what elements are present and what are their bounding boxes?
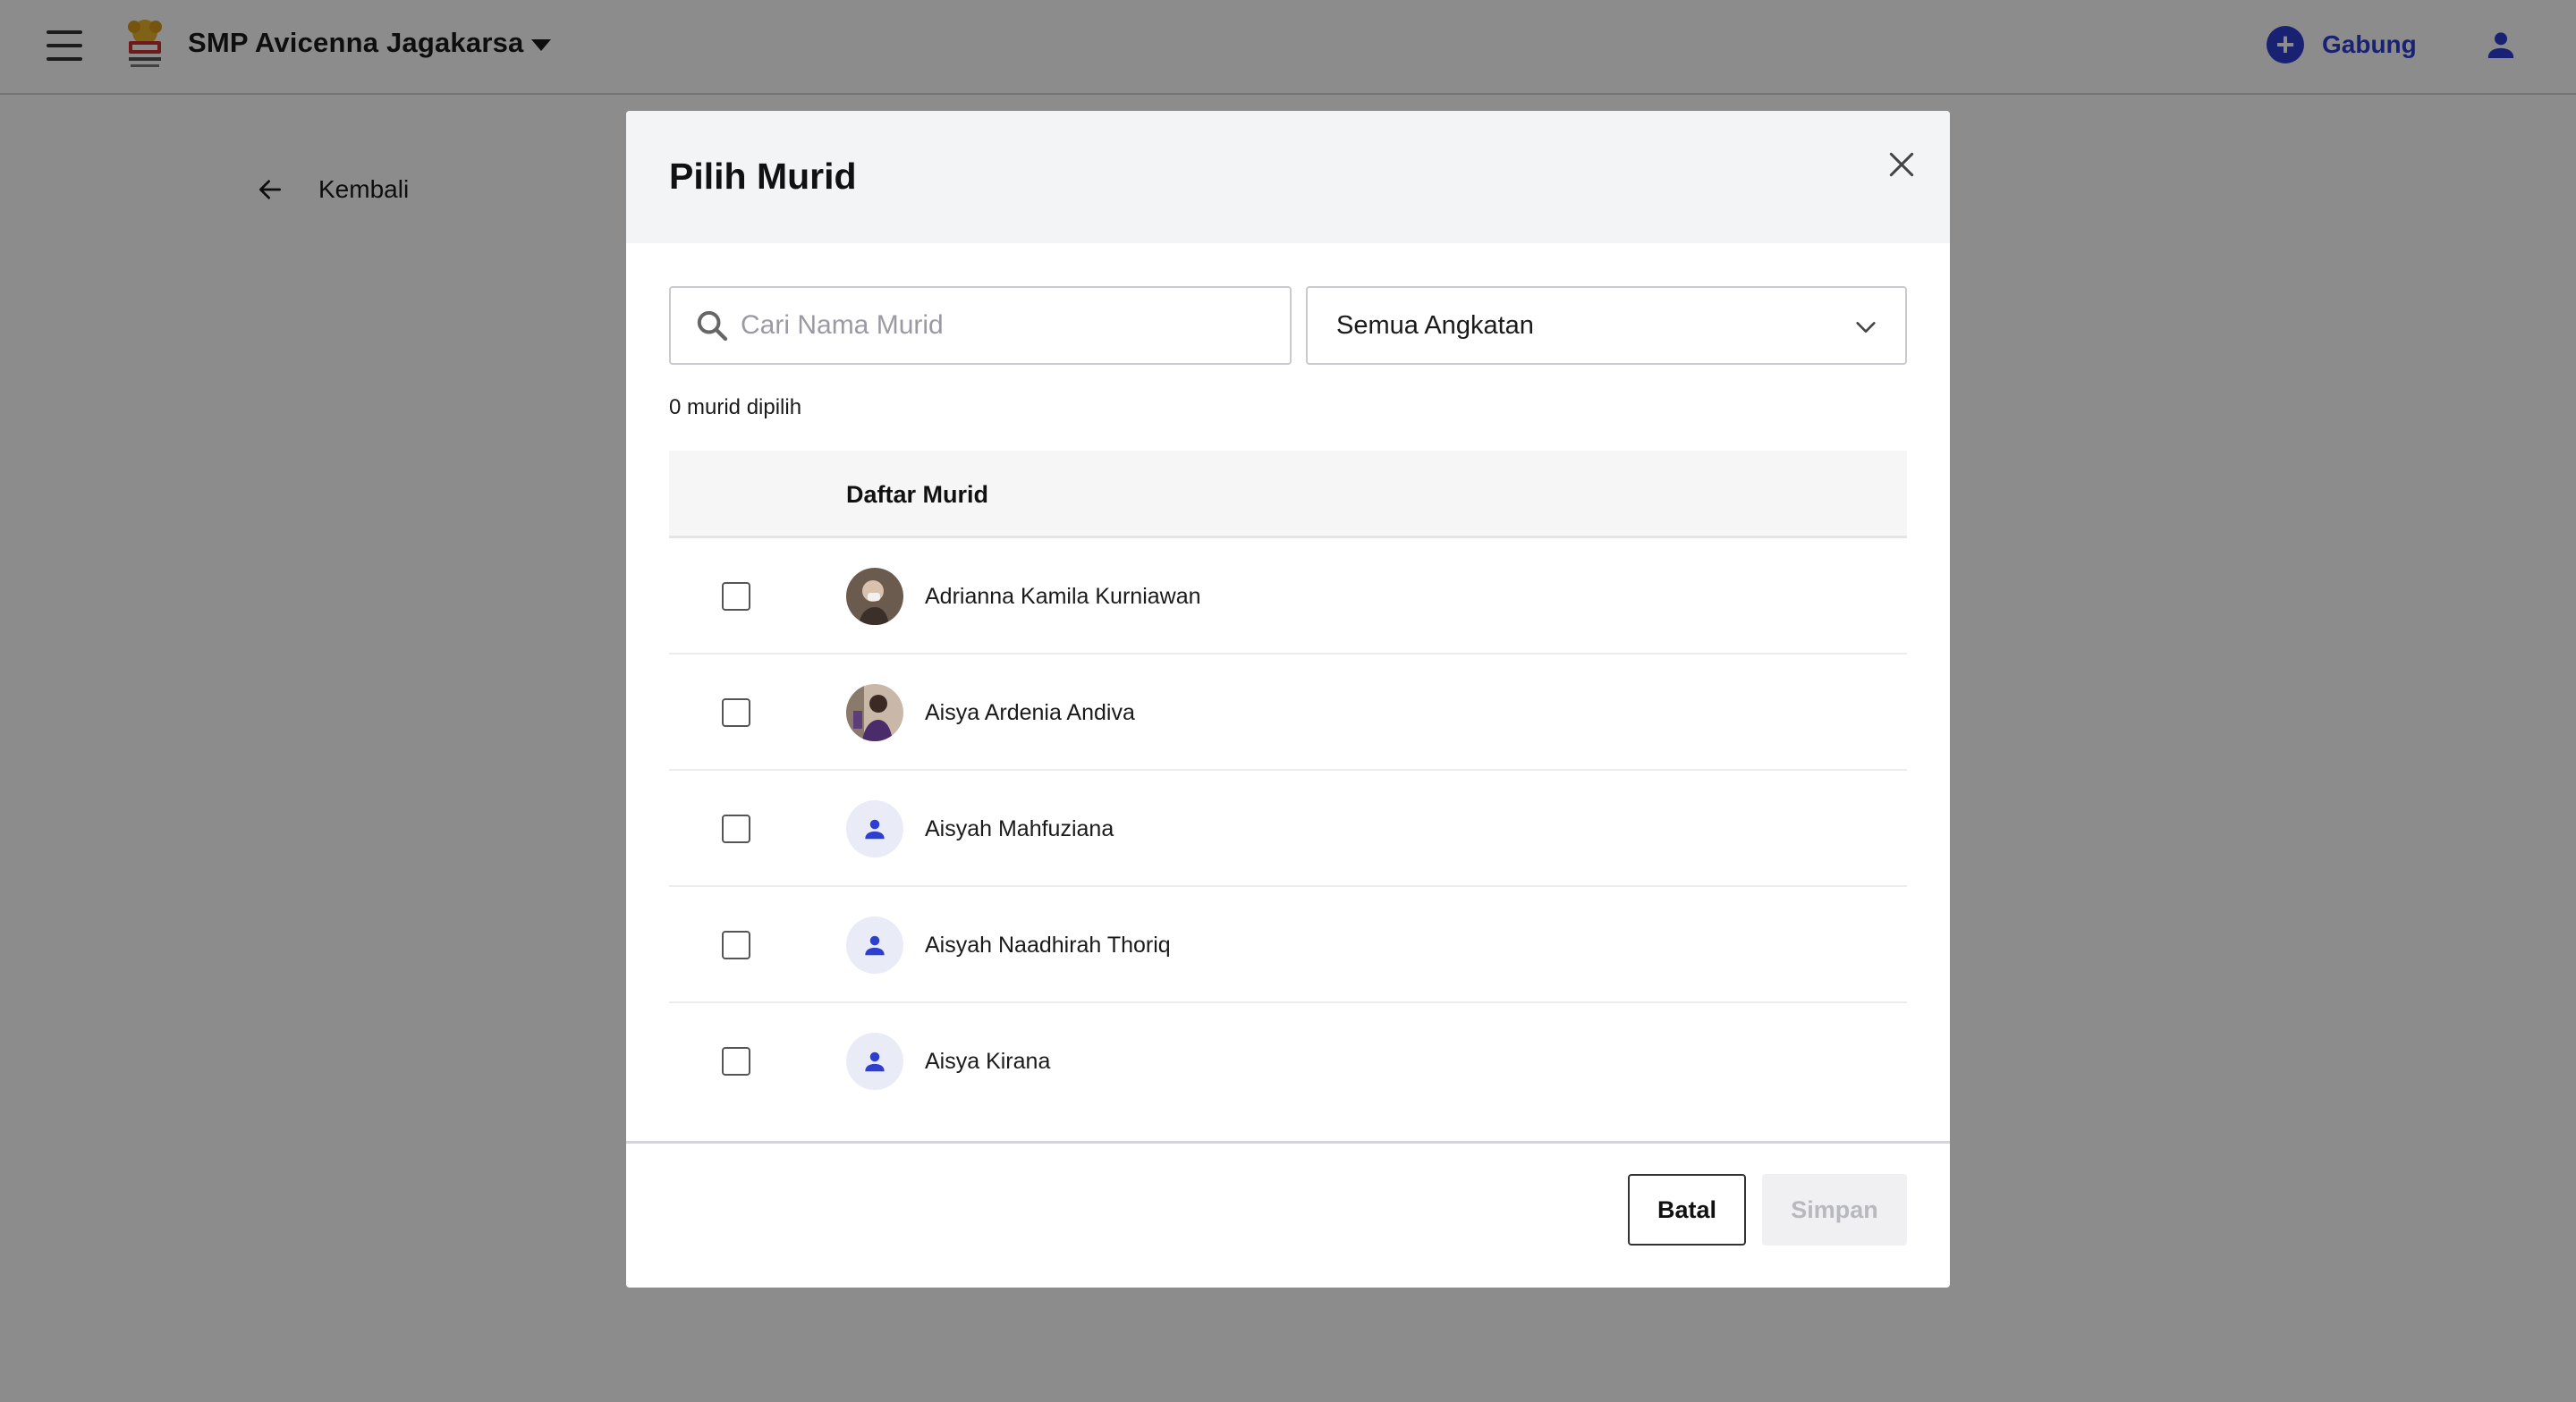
avatar bbox=[846, 684, 903, 741]
row-checkbox[interactable] bbox=[722, 931, 750, 959]
cancel-button[interactable]: Batal bbox=[1628, 1174, 1746, 1246]
avatar bbox=[846, 568, 903, 625]
student-name: Adrianna Kamila Kurniawan bbox=[925, 584, 1201, 609]
grade-filter-select[interactable]: Semua Angkatan bbox=[1306, 286, 1907, 365]
student-name: Aisya Kirana bbox=[925, 1049, 1051, 1074]
avatar bbox=[846, 916, 903, 974]
search-input[interactable] bbox=[741, 299, 1259, 352]
student-name: Aisyah Naadhirah Thoriq bbox=[925, 933, 1171, 958]
person-icon bbox=[865, 1052, 885, 1072]
selected-count: 0 murid dipilih bbox=[669, 395, 802, 419]
person-icon bbox=[865, 819, 885, 840]
avatar bbox=[846, 800, 903, 857]
student-table: Daftar Murid Adrianna Kamila Kurniawan A… bbox=[669, 451, 1907, 1119]
row-checkbox[interactable] bbox=[722, 698, 750, 727]
chevron-down-icon bbox=[1856, 322, 1876, 333]
table-row[interactable]: Aisyah Naadhirah Thoriq bbox=[669, 887, 1907, 1003]
table-row[interactable]: Aisya Ardenia Andiva bbox=[669, 655, 1907, 771]
grade-filter-value: Semua Angkatan bbox=[1336, 310, 1534, 340]
student-name: Aisyah Mahfuziana bbox=[925, 816, 1114, 841]
dialog-footer: Batal Simpan bbox=[626, 1141, 1950, 1288]
table-row[interactable]: Aisya Kirana bbox=[669, 1003, 1907, 1119]
close-icon[interactable] bbox=[1884, 147, 1919, 182]
search-icon bbox=[697, 310, 728, 342]
save-button[interactable]: Simpan bbox=[1762, 1174, 1907, 1246]
table-header: Daftar Murid bbox=[669, 451, 1907, 538]
row-checkbox[interactable] bbox=[722, 1047, 750, 1076]
person-icon bbox=[865, 935, 885, 956]
avatar bbox=[846, 1033, 903, 1090]
table-row[interactable]: Aisyah Mahfuziana bbox=[669, 771, 1907, 887]
select-student-dialog: Pilih Murid Semua Angkatan 0 murid dipil… bbox=[626, 111, 1950, 1288]
page: SMP Avicenna Jagakarsa + Gabung Kembali … bbox=[0, 0, 2576, 1402]
column-header-student-list: Daftar Murid bbox=[846, 481, 989, 508]
row-checkbox[interactable] bbox=[722, 582, 750, 611]
dialog-title: Pilih Murid bbox=[669, 156, 857, 197]
dialog-header: Pilih Murid bbox=[626, 111, 1950, 243]
row-checkbox[interactable] bbox=[722, 815, 750, 843]
table-row[interactable]: Adrianna Kamila Kurniawan bbox=[669, 538, 1907, 655]
student-search-field[interactable] bbox=[669, 286, 1292, 365]
student-name: Aisya Ardenia Andiva bbox=[925, 700, 1135, 725]
